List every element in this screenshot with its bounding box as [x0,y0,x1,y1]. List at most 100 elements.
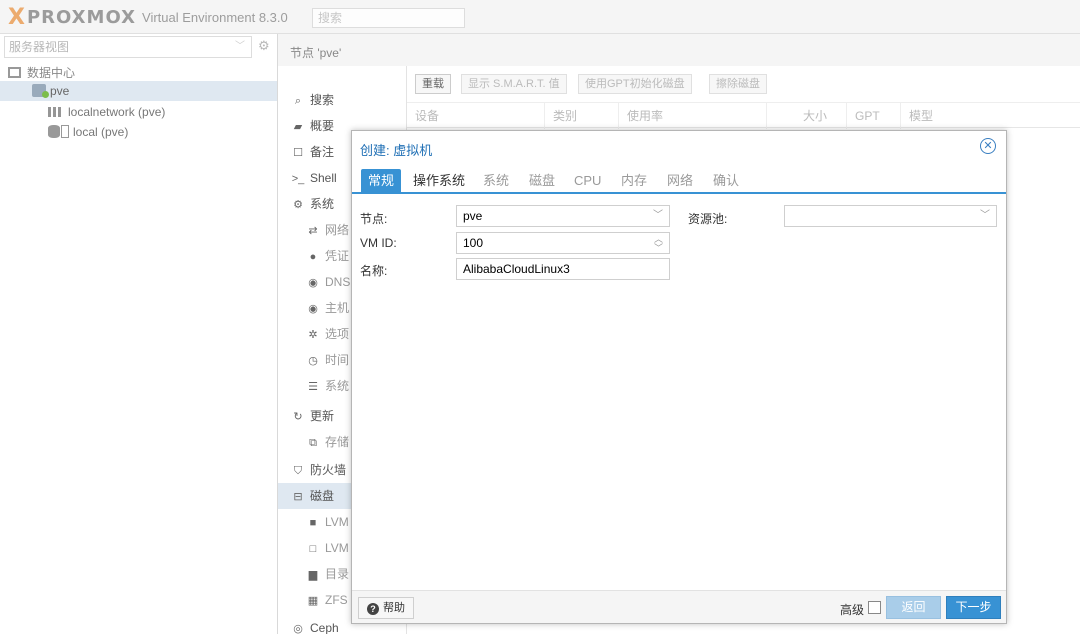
view-selector[interactable]: 服务器视图 ﹀ [4,36,252,58]
tab-system[interactable]: 系统 [476,169,516,192]
globe-icon: ◉ [308,303,318,315]
wizard-tabs: 常规 操作系统 系统 磁盘 CPU 内存 网络 确认 [352,167,1006,194]
vmid-value: 100 [463,236,484,250]
datacenter-icon [8,67,21,78]
node-select[interactable]: pve ﹀ [456,205,670,227]
column-model[interactable]: 模型 [901,103,1080,129]
wipe-disk-button[interactable]: 擦除磁盘 [709,74,767,94]
resource-tree-panel: 服务器视图 ﹀ ⚙ 数据中心 pve localnetwork (pve) lo… [0,34,278,634]
spinner-arrows-icon[interactable]: ︿ ﹀ [654,235,663,253]
nav-item-label: 主机 [325,301,350,315]
tab-os[interactable]: 操作系统 [406,169,472,192]
show-smart-button[interactable]: 显示 S.M.A.R.T. 值 [461,74,567,94]
node-label: 节点: [360,212,388,226]
gear-icon[interactable]: ⚙ [258,38,270,54]
help-button[interactable]: ? 帮助 [358,597,414,619]
tree-item-label: local (pve) [73,125,129,139]
tree-item-localnetwork[interactable]: localnetwork (pve) [48,102,165,122]
reload-button[interactable]: 重载 [415,74,451,94]
proxmox-logo: X PROXMOX Virtual Environment 8.3.0 [8,4,288,30]
nav-item-label: DNS [325,275,351,289]
nav-item-label: 凭证 [325,249,350,263]
tree-item-datacenter[interactable]: 数据中心 [8,63,75,83]
init-gpt-button[interactable]: 使用GPT初始化磁盘 [578,74,692,94]
resource-pool-select[interactable]: ﹀ [784,205,997,227]
database-icon [48,125,60,138]
dialog-body: 节点: pve ﹀ VM ID: 100 ︿ ﹀ 名称: AlibabaCloud… [352,196,1006,590]
shield-icon: ⛉ [293,465,303,477]
vm-name-input[interactable]: AlibabaCloudLinux3 [456,258,670,280]
tree-item-label: localnetwork (pve) [68,105,166,119]
advanced-label: 高级 [840,603,865,617]
nav-item-label: 备注 [310,145,335,159]
dialog-title: 创建: 虚拟机 [360,143,433,158]
tab-confirm[interactable]: 确认 [706,169,746,192]
square-icon: ■ [309,517,317,529]
book-icon: ▰ [293,121,303,133]
vmid-spinner[interactable]: 100 ︿ ﹀ [456,232,670,254]
top-bar: X PROXMOX Virtual Environment 8.3.0 搜索 [0,0,1080,34]
create-vm-dialog: 创建: 虚拟机 ✕ 常规 操作系统 系统 磁盘 CPU 内存 网络 确认 节点:… [351,130,1007,624]
chevron-down-icon: ﹀ [653,210,663,221]
nav-item-label: 网络 [325,223,350,237]
nav-item-label: LVM [325,541,349,555]
nav-item-label: 目录 [325,567,350,581]
proxmox-x-logo: X [8,4,25,30]
tree-item-node-pve[interactable]: pve [0,81,277,101]
refresh-icon: ↻ [293,411,303,423]
tab-memory[interactable]: 内存 [614,169,654,192]
folder-icon: ▆ [308,569,318,581]
chevron-down-icon: ﹀ [235,41,245,52]
nav-item-label: ZFS [325,593,348,607]
square-outline-icon: □ [309,543,317,555]
global-search-input[interactable]: 搜索 [312,8,465,28]
nav-item-label: 时间 [325,353,350,367]
page-title: 节点 'pve' [290,46,342,60]
tab-general[interactable]: 常规 [361,169,402,192]
advanced-checkbox[interactable] [868,601,881,614]
nav-item-label: LVM [325,515,349,529]
grid-icon: ▦ [307,595,319,607]
clock-icon: ◷ [308,355,318,367]
nav-item-label: 选项 [325,327,350,341]
tab-network[interactable]: 网络 [660,169,700,192]
column-type[interactable]: 类别 [545,103,619,129]
column-size[interactable]: 大小 [767,103,847,129]
tab-disks[interactable]: 磁盘 [522,169,562,192]
hdd-icon: ⊟ [293,491,303,503]
dialog-footer: ? 帮助 高级 返回 下一步 [352,590,1006,623]
search-icon: ⌕ [294,95,302,107]
exchange-icon: ⇄ [308,225,318,237]
brand-name: PROXMOX [26,6,137,28]
cogs-icon: ⚙ [293,199,303,211]
question-icon: ? [367,603,379,615]
help-label: 帮助 [383,602,405,614]
nav-item-label: 系统 [325,379,350,393]
nav-item-label: 概要 [310,119,335,133]
nav-item-label: Ceph [310,621,339,634]
tree-item-local-storage[interactable]: local (pve) [48,122,128,142]
version-label: Virtual Environment 8.3.0 [142,9,288,25]
nav-item-search[interactable]: ⌕ 搜索 [278,87,406,113]
vmid-label: VM ID: [360,236,397,250]
ceph-icon: ◎ [293,623,303,634]
nav-item-label: 存储 [325,435,350,449]
column-device[interactable]: 设备 [407,103,545,129]
nav-item-label: 更新 [310,409,335,423]
nav-item-label: 搜索 [310,93,335,107]
name-label: 名称: [360,264,388,278]
network-grid-icon [48,107,62,117]
files-icon: ⧉ [309,437,317,449]
certificate-icon: ● [309,251,317,263]
close-icon[interactable]: ✕ [980,138,996,154]
vm-name-value: AlibabaCloudLinux3 [463,262,570,276]
tab-cpu[interactable]: CPU [567,169,608,192]
next-button[interactable]: 下一步 [946,596,1001,619]
pool-label: 资源池: [688,212,728,226]
column-usage[interactable]: 使用率 [619,103,767,129]
column-gpt[interactable]: GPT [847,103,901,129]
view-selector-label: 服务器视图 [9,40,70,54]
storage-box-icon [61,125,69,138]
back-button[interactable]: 返回 [886,596,941,619]
terminal-icon: >_ [291,173,305,185]
